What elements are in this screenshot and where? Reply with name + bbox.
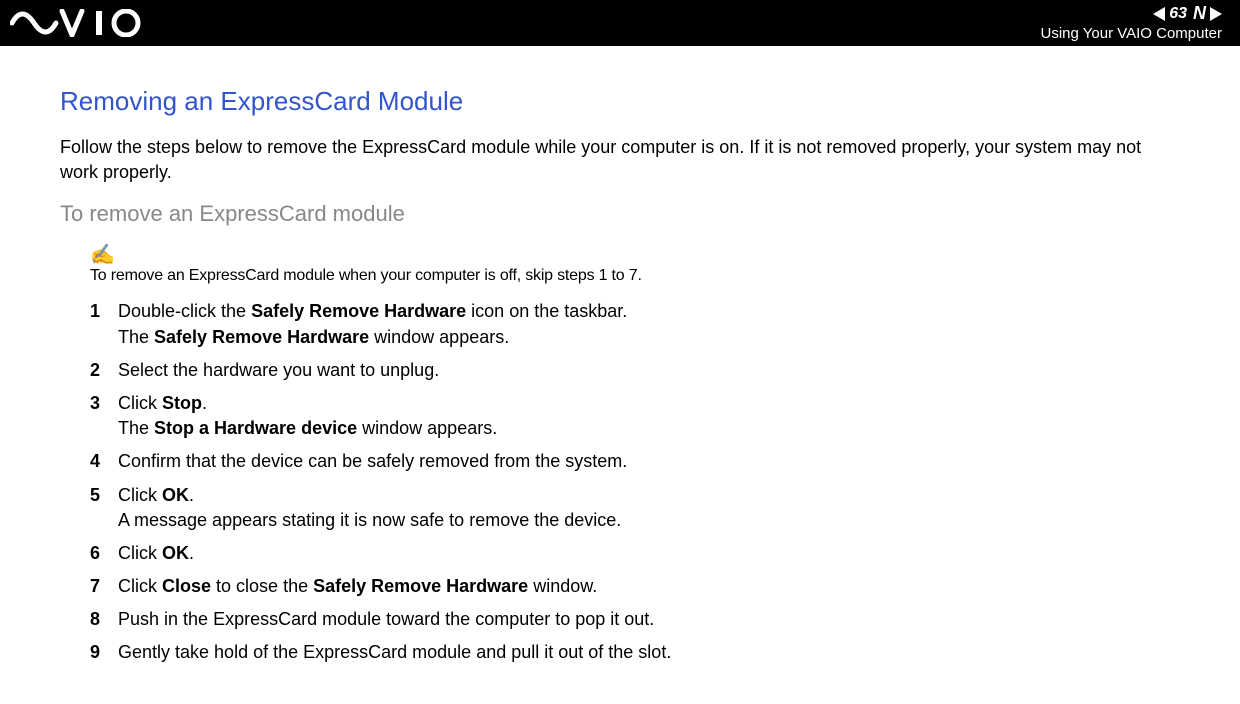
header-subtitle: Using Your VAIO Computer [1041, 26, 1222, 43]
header-right: 63 N Using Your VAIO Computer [1041, 4, 1222, 42]
step-body: Double-click the Safely Remove Hardware … [118, 299, 1180, 349]
step-line: Confirm that the device can be safely re… [118, 449, 1180, 474]
vaio-logo [10, 9, 160, 37]
step-number: 7 [90, 574, 118, 599]
step-line: Push in the ExpressCard module toward th… [118, 607, 1180, 632]
page-content: Removing an ExpressCard Module Follow th… [0, 46, 1240, 704]
subheading: To remove an ExpressCard module [60, 201, 1180, 227]
step-body: Gently take hold of the ExpressCard modu… [118, 640, 1180, 665]
step-line: Click Close to close the Safely Remove H… [118, 574, 1180, 599]
steps-list: 1Double-click the Safely Remove Hardware… [90, 299, 1180, 665]
step-body: Click Close to close the Safely Remove H… [118, 574, 1180, 599]
step-line: Gently take hold of the ExpressCard modu… [118, 640, 1180, 665]
step-number: 1 [90, 299, 118, 324]
step-line: Click Stop. [118, 391, 1180, 416]
prev-page-arrow-icon[interactable] [1153, 7, 1165, 21]
step-body: Click OK.A message appears stating it is… [118, 483, 1180, 533]
step-line: The Stop a Hardware device window appear… [118, 416, 1180, 441]
step-line: Select the hardware you want to unplug. [118, 358, 1180, 383]
step-row: 9Gently take hold of the ExpressCard mod… [90, 640, 1180, 665]
step-number: 5 [90, 483, 118, 508]
step-row: 2Select the hardware you want to unplug. [90, 358, 1180, 383]
next-page-arrow-icon[interactable] [1210, 7, 1222, 21]
step-line: The Safely Remove Hardware window appear… [118, 325, 1180, 350]
step-number: 6 [90, 541, 118, 566]
step-line: Click OK. [118, 483, 1180, 508]
step-number: 4 [90, 449, 118, 474]
page-nav: 63 N [1041, 4, 1222, 24]
step-number: 2 [90, 358, 118, 383]
page-number: 63 [1169, 5, 1187, 23]
step-number: 3 [90, 391, 118, 416]
step-line: Click OK. [118, 541, 1180, 566]
step-row: 5Click OK.A message appears stating it i… [90, 483, 1180, 533]
step-row: 8Push in the ExpressCard module toward t… [90, 607, 1180, 632]
page-header: 63 N Using Your VAIO Computer [0, 0, 1240, 46]
page-title: Removing an ExpressCard Module [60, 86, 1180, 117]
note-block: ✍ To remove an ExpressCard module when y… [90, 245, 1180, 285]
n-letter: N [1193, 4, 1206, 24]
step-body: Push in the ExpressCard module toward th… [118, 607, 1180, 632]
note-text: To remove an ExpressCard module when you… [90, 267, 642, 284]
step-number: 9 [90, 640, 118, 665]
step-row: 1Double-click the Safely Remove Hardware… [90, 299, 1180, 349]
step-body: Confirm that the device can be safely re… [118, 449, 1180, 474]
step-row: 3Click Stop.The Stop a Hardware device w… [90, 391, 1180, 441]
step-body: Click Stop.The Stop a Hardware device wi… [118, 391, 1180, 441]
intro-paragraph: Follow the steps below to remove the Exp… [60, 135, 1180, 185]
step-row: 7Click Close to close the Safely Remove … [90, 574, 1180, 599]
vaio-logo-svg [10, 9, 160, 37]
step-line: Double-click the Safely Remove Hardware … [118, 299, 1180, 324]
step-number: 8 [90, 607, 118, 632]
note-icon: ✍ [90, 245, 1180, 265]
step-row: 4Confirm that the device can be safely r… [90, 449, 1180, 474]
step-body: Select the hardware you want to unplug. [118, 358, 1180, 383]
step-body: Click OK. [118, 541, 1180, 566]
step-row: 6Click OK. [90, 541, 1180, 566]
step-line: A message appears stating it is now safe… [118, 508, 1180, 533]
